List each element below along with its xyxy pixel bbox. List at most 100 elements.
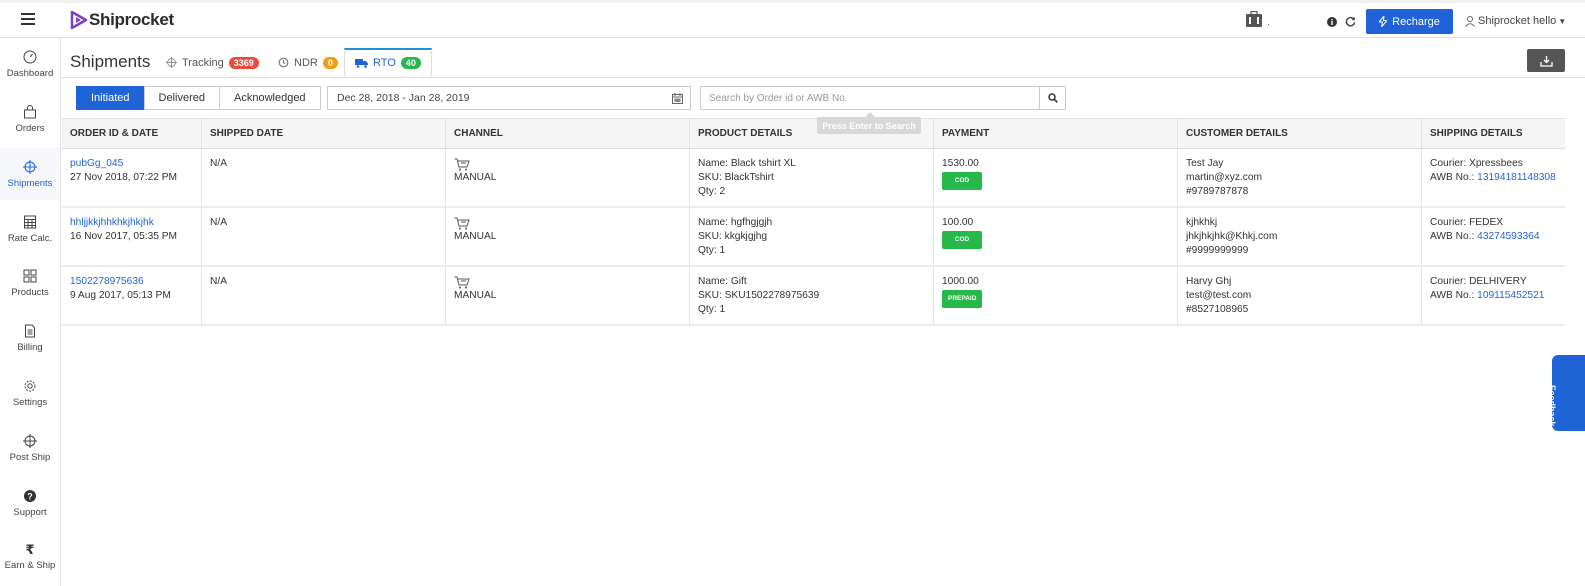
sidebar-item-earn-ship[interactable]: ₹ Earn & Ship: [0, 542, 60, 586]
info-icon[interactable]: [1327, 17, 1337, 27]
tab-ndr[interactable]: NDR 0: [278, 48, 338, 77]
download-button[interactable]: [1527, 49, 1565, 72]
sidebar-item-rate-calc[interactable]: Rate Calc.: [0, 215, 60, 263]
column-header: SHIPPED DATE: [202, 119, 446, 148]
sidebar-item-products[interactable]: Products: [0, 269, 60, 317]
chevron-down-icon: ▼: [1558, 16, 1567, 26]
sidebar-item-support[interactable]: ? Support: [0, 489, 60, 537]
table-row: hhljjkkjhhkhkjhkjhk 16 Nov 2017, 05:35 PM…: [62, 208, 1565, 267]
top-bar: Shiprocket . Recharge Shiprocket hello ▼: [0, 0, 1585, 38]
feedback-tab[interactable]: Feedback: [1547, 355, 1585, 431]
cart-icon: [454, 217, 470, 230]
truck-icon: [355, 59, 368, 68]
order-date: 27 Nov 2018, 07:22 PM: [70, 172, 178, 183]
rupee-icon: ₹: [25, 543, 34, 556]
customer-phone: #9789787878: [1186, 186, 1249, 197]
tab-label: NDR: [294, 56, 318, 69]
awb-link[interactable]: 13194181148308: [1477, 172, 1556, 183]
sidebar-item-settings[interactable]: Settings: [0, 379, 60, 427]
sidebar-item-label: Post Ship: [9, 452, 51, 463]
customer-email: test@test.com: [1186, 290, 1252, 301]
crosshair-icon: [23, 160, 37, 174]
lightning-icon: [1379, 16, 1388, 27]
feedback-label: Feedback: [1547, 385, 1557, 427]
shipments-table: ORDER ID & DATE SHIPPED DATE CHANNEL PRO…: [62, 118, 1565, 326]
customer-phone: #8527108965: [1186, 304, 1249, 315]
crosshair-icon: [166, 57, 177, 68]
shiprocket-logo[interactable]: Shiprocket: [70, 10, 174, 30]
customer-name: kjhkhkj: [1186, 217, 1218, 228]
cart-icon: [454, 158, 470, 171]
product-sku: SKU: SKU1502278975639: [698, 290, 820, 301]
awb-link[interactable]: 109115452521: [1477, 290, 1544, 301]
courier-name: Courier: Xpressbees: [1430, 158, 1523, 169]
sidebar: Dashboard Orders Shipments Rate Calc. Pr…: [0, 38, 61, 586]
sidebar-item-post-ship[interactable]: Post Ship: [0, 434, 60, 482]
sidebar-item-billing[interactable]: Billing: [0, 324, 60, 372]
tab-rto[interactable]: RTO 40: [344, 48, 432, 77]
column-header: CHANNEL: [446, 119, 690, 148]
sidebar-item-label: Products: [11, 287, 49, 298]
sidebar-item-label: Billing: [17, 342, 43, 353]
sidebar-item-label: Orders: [15, 123, 45, 134]
download-icon: [1539, 55, 1553, 67]
payment-amount: 1530.00: [942, 158, 979, 169]
awb-link[interactable]: 43274593364: [1477, 231, 1539, 242]
channel-name: MANUAL: [454, 290, 497, 301]
sidebar-item-label: Rate Calc.: [7, 233, 53, 244]
brand-name: Shiprocket: [89, 10, 174, 29]
payment-method-badge: COD: [942, 231, 982, 249]
column-header: CUSTOMER DETAILS: [1178, 119, 1422, 148]
wallet-balance[interactable]: .: [1245, 11, 1270, 28]
column-header: ORDER ID & DATE: [62, 119, 202, 148]
date-range-picker[interactable]: Dec 28, 2018 - Jan 28, 2019: [327, 86, 691, 110]
product-name: Name: hgfhgjgjh: [698, 217, 773, 228]
payment-amount: 1000.00: [942, 276, 979, 287]
gear-icon: [24, 380, 36, 392]
grid-icon: [23, 269, 37, 283]
initiated-button[interactable]: Initiated: [76, 86, 145, 110]
customer-email: martin@xyz.com: [1186, 172, 1263, 183]
tabs-divider: [62, 77, 1585, 78]
ndr-count-badge: 0: [322, 56, 338, 69]
search-button[interactable]: [1039, 86, 1066, 110]
hamburger-menu-icon[interactable]: [21, 13, 35, 25]
table-header: ORDER ID & DATE SHIPPED DATE CHANNEL PRO…: [62, 118, 1565, 149]
svg-text:?: ?: [27, 492, 33, 502]
delivered-button[interactable]: Delivered: [143, 86, 220, 110]
courier-name: Courier: FEDEX: [1430, 217, 1504, 228]
tracking-count-badge: 3369: [228, 56, 259, 69]
bag-icon: [24, 105, 36, 119]
column-header: PAYMENT: [934, 119, 1178, 148]
product-qty: Qty: 1: [698, 304, 726, 315]
wallet-icon: [1246, 11, 1262, 27]
customer-email: jhkjhkjhk@Khkj.com: [1186, 231, 1278, 242]
page-title: Shipments: [70, 52, 151, 71]
tab-label: Tracking: [182, 56, 224, 69]
payment-method-badge: PREPAID: [942, 290, 983, 308]
shipped-date: N/A: [210, 276, 227, 287]
recharge-button[interactable]: Recharge: [1366, 9, 1453, 34]
sidebar-item-orders[interactable]: Orders: [0, 105, 60, 153]
calculator-icon: [24, 215, 36, 229]
tab-tracking[interactable]: Tracking 3369: [166, 48, 259, 77]
sidebar-item-label: Earn & Ship: [4, 560, 56, 571]
search-input[interactable]: [700, 86, 1040, 110]
customer-phone: #9999999999: [1186, 245, 1249, 256]
wallet-amount: .: [1267, 17, 1270, 28]
order-id-link[interactable]: 1502278975636: [70, 276, 144, 287]
table-row: 1502278975636 9 Aug 2017, 05:13 PM N/A MA…: [62, 267, 1565, 326]
user-menu[interactable]: Shiprocket hello ▼: [1465, 15, 1566, 27]
user-icon: [1465, 15, 1475, 27]
sidebar-item-shipments[interactable]: Shipments: [0, 148, 60, 200]
product-sku: SKU: BlackTshirt: [698, 172, 774, 183]
acknowledged-button[interactable]: Acknowledged: [219, 86, 321, 110]
crosshair-icon: [23, 434, 37, 448]
payment-method-badge: COD: [942, 172, 982, 190]
product-name: Name: Gift: [698, 276, 747, 287]
sidebar-item-dashboard[interactable]: Dashboard: [0, 50, 60, 98]
order-id-link[interactable]: pubGg_045: [70, 158, 123, 169]
refresh-icon[interactable]: [1345, 16, 1356, 27]
order-id-link[interactable]: hhljjkkjhhkhkjhkjhk: [70, 217, 154, 228]
column-header: SHIPPING DETAILS: [1430, 128, 1523, 139]
